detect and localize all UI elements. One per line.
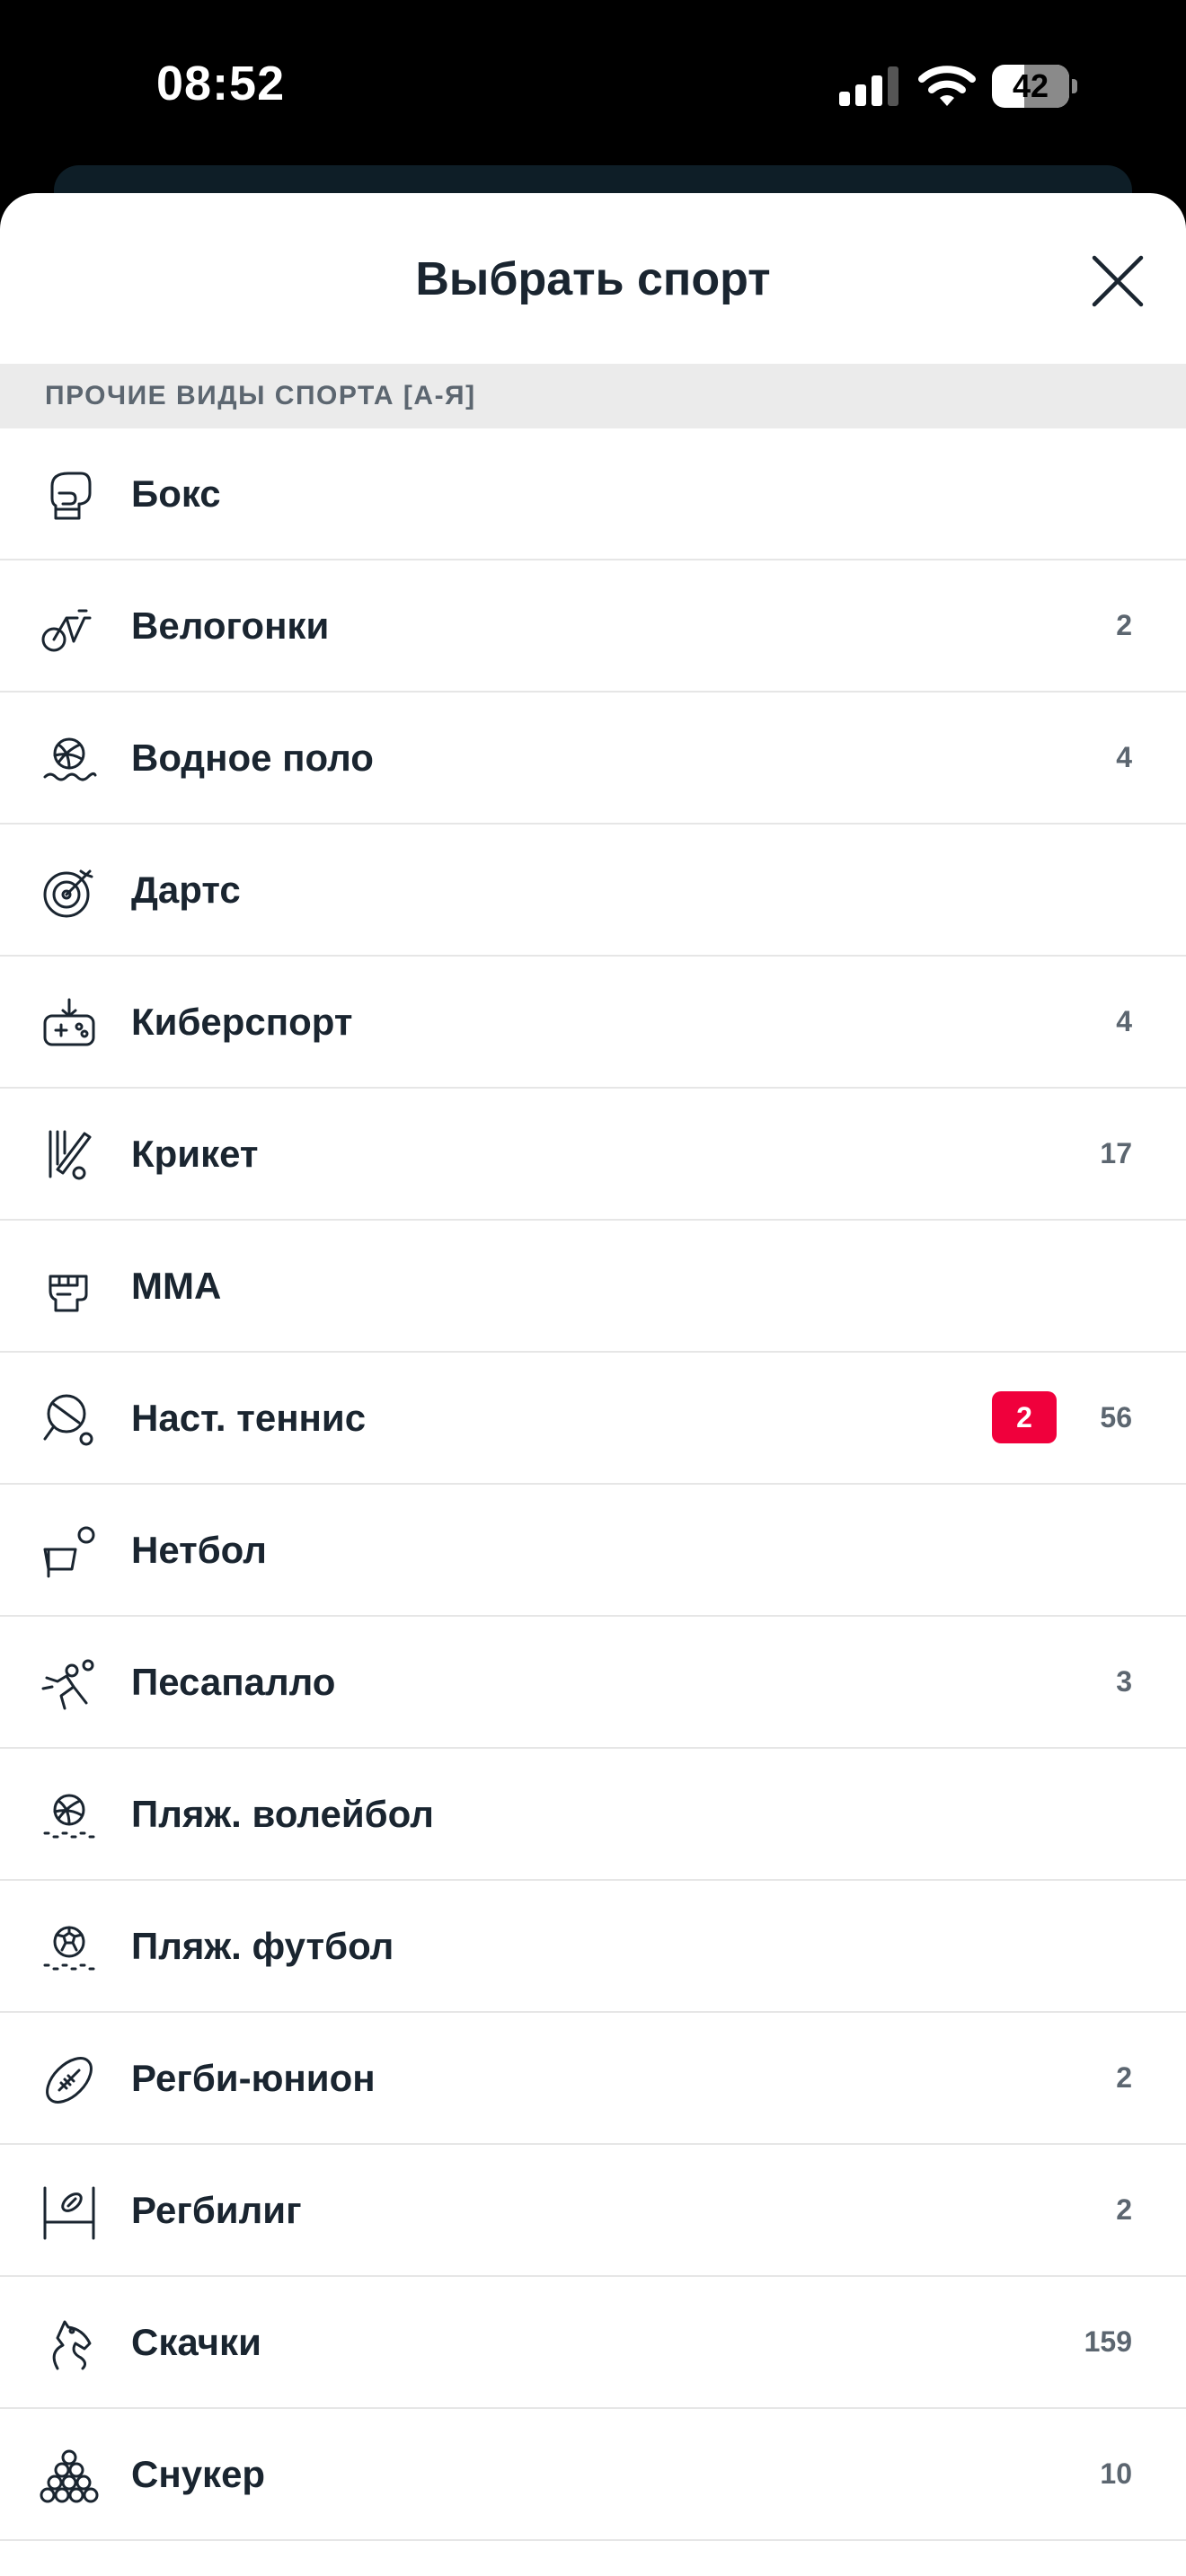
status-bar: 08:52 42 [0, 0, 1186, 219]
cycling-icon [40, 598, 99, 657]
sport-item-label: Наст. теннис [131, 1397, 367, 1439]
sport-item[interactable]: Снукер 10 [0, 2409, 1186, 2541]
sport-item-label: Снукер [131, 2453, 266, 2495]
sport-item-label: Велогонки [131, 604, 330, 647]
section-header: ПРОЧИЕ ВИДЫ СПОРТА [А-Я] [0, 364, 1186, 428]
netball-icon [40, 1522, 99, 1582]
cricket-icon [40, 1126, 99, 1186]
sport-item[interactable]: Нетбол [0, 1485, 1186, 1617]
sport-item-label: MMA [131, 1265, 222, 1307]
sport-item[interactable]: Регбилиг 2 [0, 2145, 1186, 2277]
sport-item-label: Дартс [131, 869, 241, 911]
gamepad-icon [40, 994, 99, 1054]
event-count: 3 [1116, 1665, 1132, 1698]
table-tennis-icon [40, 1390, 99, 1450]
snooker-balls-icon [40, 2447, 99, 2506]
sport-item[interactable]: Пляж. волейбол [0, 1749, 1186, 1881]
rugby-posts-icon [40, 2183, 99, 2242]
sport-item[interactable]: Велогонки 2 [0, 560, 1186, 693]
darts-icon [40, 862, 99, 922]
sport-item[interactable]: Бокс [0, 428, 1186, 560]
sport-item-label: Нетбол [131, 1529, 267, 1571]
sport-picker-sheet: Выбрать спорт ПРОЧИЕ ВИДЫ СПОРТА [А-Я] Б… [0, 193, 1186, 2576]
sport-item-label: Регби-юнион [131, 2057, 376, 2099]
battery-icon: 42 [992, 65, 1078, 108]
wifi-icon [918, 63, 976, 108]
event-count: 4 [1116, 741, 1132, 773]
sport-item-label: Скачки [131, 2321, 261, 2363]
event-count: 4 [1116, 1005, 1132, 1037]
sport-item[interactable]: Скачки 159 [0, 2277, 1186, 2409]
event-count: 56 [1100, 1401, 1132, 1434]
sport-item-label: Бокс [131, 472, 221, 515]
event-count: 2 [1116, 609, 1132, 641]
beach-volleyball-icon [40, 1786, 99, 1846]
event-count: 159 [1084, 2325, 1132, 2358]
sport-item[interactable]: MMA [0, 1221, 1186, 1353]
sport-item[interactable]: Регби-юнион 2 [0, 2013, 1186, 2145]
cellular-signal-icon [839, 66, 900, 106]
sport-item-label: Крикет [131, 1133, 259, 1175]
sport-item-label: Пляж. футбол [131, 1925, 394, 1967]
sport-item-label: Пляж. волейбол [131, 1793, 434, 1835]
horse-icon [40, 2315, 99, 2374]
close-button[interactable] [1089, 252, 1146, 310]
sport-item[interactable]: Песапалло 3 [0, 1617, 1186, 1749]
water-polo-icon [40, 730, 99, 790]
beach-soccer-icon [40, 1919, 99, 1978]
sport-item[interactable]: Пляж. футбол [0, 1881, 1186, 2013]
sport-item-label: Песапалло [131, 1661, 336, 1703]
sheet-title: Выбрать спорт [415, 253, 771, 305]
fist-icon [40, 1258, 99, 1318]
rugby-ball-icon [40, 2051, 99, 2110]
sport-item-label: Киберспорт [131, 1001, 353, 1043]
sport-item[interactable]: Дартс [0, 825, 1186, 957]
pesapallo-icon [40, 1654, 99, 1714]
boxing-glove-icon [40, 466, 99, 525]
live-count-badge: 2 [992, 1391, 1057, 1443]
sport-item[interactable]: Наст. теннис 2 56 [0, 1353, 1186, 1485]
sport-item-label: Регбилиг [131, 2189, 302, 2231]
close-icon [1092, 255, 1144, 307]
sport-item[interactable]: Водное поло 4 [0, 693, 1186, 825]
status-time: 08:52 [156, 57, 286, 110]
event-count: 10 [1100, 2457, 1132, 2490]
sport-item[interactable]: Киберспорт 4 [0, 957, 1186, 1089]
event-count: 17 [1100, 1137, 1132, 1169]
sport-item[interactable]: Крикет 17 [0, 1089, 1186, 1221]
event-count: 2 [1116, 2193, 1132, 2226]
event-count: 2 [1116, 2061, 1132, 2094]
sport-item-label: Водное поло [131, 737, 374, 779]
sport-list: Бокс Велогонки 2 Водное поло 4 Дартс Киберспор… [0, 428, 1186, 2541]
battery-level: 42 [1012, 67, 1049, 104]
sheet-header: Выбрать спорт [0, 193, 1186, 364]
